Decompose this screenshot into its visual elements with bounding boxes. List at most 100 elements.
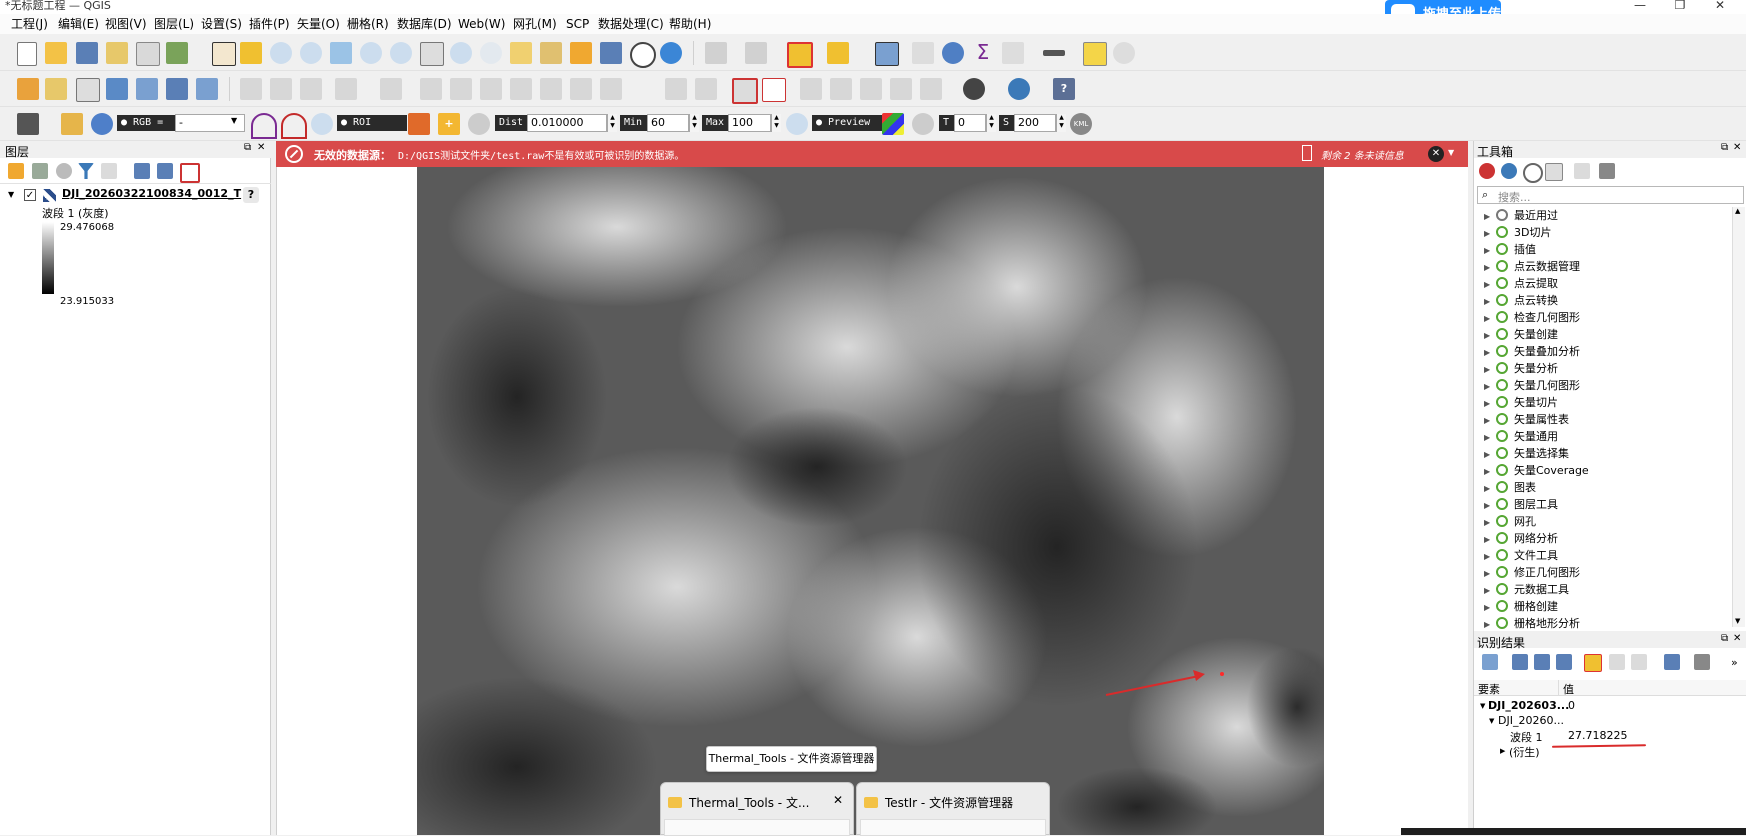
toolbox-item[interactable]: ▶ 栅格地形分析 bbox=[1484, 615, 1580, 631]
filter-legend-icon[interactable] bbox=[101, 163, 117, 179]
zoom-last-icon[interactable] bbox=[450, 42, 472, 64]
deselect-icon[interactable] bbox=[787, 42, 813, 68]
toolbox-item[interactable]: ▶ 点云转换 bbox=[1484, 292, 1558, 309]
toolbox-item[interactable]: ▶ 矢量属性表 bbox=[1484, 411, 1569, 428]
dist-spinner[interactable]: ▲ ▼ bbox=[607, 114, 617, 132]
close-button[interactable]: ✕ bbox=[1700, 0, 1740, 14]
expand-new-icon[interactable] bbox=[1556, 654, 1572, 670]
toolbox-item[interactable]: ▶ 矢量通用 bbox=[1484, 428, 1558, 445]
preview-zoom-icon[interactable] bbox=[786, 113, 808, 135]
select-by-location-icon[interactable] bbox=[827, 42, 849, 64]
kml-icon[interactable]: KML bbox=[1070, 113, 1092, 135]
new-3d-view-icon[interactable] bbox=[540, 42, 562, 64]
s-input[interactable]: 200 bbox=[1014, 114, 1056, 132]
t-input[interactable]: 0 bbox=[954, 114, 986, 132]
add-raster-icon[interactable] bbox=[166, 78, 188, 100]
add-vector-icon[interactable] bbox=[196, 78, 218, 100]
identify-derived-row[interactable]: (衍生) bbox=[1509, 744, 1540, 760]
toolbox-item[interactable]: ▶ 检查几何图形 bbox=[1484, 309, 1580, 326]
new-print-layout-icon[interactable] bbox=[106, 42, 128, 64]
menu-processing[interactable]: 数据处理(C) bbox=[598, 16, 664, 32]
data-source-manager-icon[interactable] bbox=[17, 78, 39, 100]
t-spinner[interactable]: ▲ ▼ bbox=[986, 114, 996, 132]
label-properties-icon[interactable] bbox=[920, 78, 942, 100]
scripts-icon[interactable] bbox=[1501, 163, 1517, 179]
min-spinner[interactable]: ▲ ▼ bbox=[689, 114, 699, 132]
new-geopackage-icon[interactable] bbox=[45, 78, 67, 100]
paste-features-icon[interactable] bbox=[540, 78, 562, 100]
maximize-button[interactable]: ❐ bbox=[1660, 0, 1700, 14]
add-wms-icon[interactable] bbox=[136, 78, 158, 100]
toolbox-item[interactable]: ▶ 矢量分析 bbox=[1484, 360, 1558, 377]
pan-to-selection-icon[interactable] bbox=[240, 42, 262, 64]
add-group-icon[interactable] bbox=[32, 163, 48, 179]
dismiss-message-icon[interactable]: ✕ bbox=[1428, 146, 1444, 162]
zoom-native-icon[interactable] bbox=[420, 42, 444, 66]
scp-signature-icon[interactable] bbox=[281, 113, 307, 139]
redo-icon[interactable] bbox=[600, 78, 622, 100]
remove-layer-icon[interactable] bbox=[180, 163, 200, 183]
save-edits-icon[interactable] bbox=[300, 78, 322, 100]
s-spinner[interactable]: ▲ ▼ bbox=[1056, 114, 1066, 132]
rotate-label-icon[interactable] bbox=[830, 78, 852, 100]
preview-redo-icon[interactable] bbox=[912, 113, 934, 135]
refresh-icon[interactable] bbox=[660, 42, 682, 64]
map-tips-icon[interactable] bbox=[1083, 42, 1107, 66]
toolbox-item[interactable]: ▶ 矢量Coverage bbox=[1484, 462, 1589, 479]
copy-features-icon[interactable] bbox=[510, 78, 532, 100]
move-feature-icon[interactable] bbox=[420, 78, 442, 100]
expand-arrow-icon[interactable]: ▼ bbox=[1480, 702, 1485, 710]
processing-gear-icon[interactable] bbox=[942, 42, 964, 64]
label-highlight-icon[interactable] bbox=[732, 78, 758, 104]
filter-icon[interactable] bbox=[78, 163, 94, 179]
menu-plugins[interactable]: 插件(P) bbox=[249, 16, 290, 32]
field-calculator-icon[interactable] bbox=[1002, 42, 1024, 64]
cut-features-icon[interactable] bbox=[480, 78, 502, 100]
float-panel-icon[interactable]: ⧉ bbox=[1721, 142, 1728, 153]
temporal-clock-icon[interactable] bbox=[630, 42, 656, 68]
max-input[interactable]: 100 bbox=[728, 114, 771, 132]
label-tool-icon[interactable] bbox=[665, 78, 687, 100]
menu-help[interactable]: 帮助(H) bbox=[669, 16, 711, 32]
toolbox-item[interactable]: ▶ 文件工具 bbox=[1484, 547, 1558, 564]
toolbox-item[interactable]: ▶ 图层工具 bbox=[1484, 496, 1558, 513]
identify-settings-icon[interactable] bbox=[1694, 654, 1710, 670]
label-abc-icon[interactable] bbox=[762, 78, 786, 102]
menu-web[interactable]: Web(W) bbox=[458, 16, 505, 32]
max-spinner[interactable]: ▲ ▼ bbox=[771, 114, 781, 132]
identify-mode-icon[interactable] bbox=[1664, 654, 1680, 670]
toolbox-item[interactable]: ▶ 点云数据管理 bbox=[1484, 258, 1580, 275]
new-map-view-icon[interactable] bbox=[510, 42, 532, 64]
results-viewer-icon[interactable] bbox=[1545, 163, 1563, 181]
expand-all-icon[interactable] bbox=[134, 163, 150, 179]
zoom-full-icon[interactable] bbox=[330, 42, 352, 64]
identify-layer-row[interactable]: DJI_202603... bbox=[1488, 699, 1569, 712]
scp-main-icon[interactable] bbox=[61, 113, 83, 135]
python-console-icon[interactable] bbox=[1008, 78, 1030, 100]
expand-arrow-icon[interactable]: ▶ bbox=[1500, 747, 1505, 755]
print-icon[interactable] bbox=[1631, 654, 1647, 670]
toolbox-item[interactable]: ▶ 网络分析 bbox=[1484, 530, 1558, 547]
style-panel-icon[interactable] bbox=[8, 163, 24, 179]
menu-mesh[interactable]: 网孔(M) bbox=[513, 16, 557, 32]
taskbar-preview-thermal-tools[interactable]: Thermal_Tools - 文... ✕ bbox=[660, 782, 854, 836]
show-bookmarks-icon[interactable] bbox=[600, 42, 622, 64]
attribute-table-icon[interactable] bbox=[912, 42, 934, 64]
collapse-tree-icon[interactable] bbox=[1534, 654, 1550, 670]
statistics-sigma-icon[interactable]: Σ bbox=[972, 42, 994, 64]
toolbox-item[interactable]: ▶ 矢量几何图形 bbox=[1484, 377, 1580, 394]
zoom-selection-icon[interactable] bbox=[360, 42, 382, 64]
toolbox-item[interactable]: ▶ 元数据工具 bbox=[1484, 581, 1569, 598]
help-icon[interactable]: ? bbox=[1053, 78, 1075, 100]
thermal-raster-image[interactable] bbox=[417, 167, 1324, 835]
menu-scp[interactable]: SCP bbox=[566, 16, 589, 32]
open-project-icon[interactable] bbox=[45, 42, 67, 64]
change-label-icon[interactable] bbox=[860, 78, 882, 100]
style-manager-icon[interactable] bbox=[166, 42, 188, 64]
layer-help-icon[interactable]: ? bbox=[243, 187, 259, 203]
toolbox-item[interactable]: ▶ 矢量叠加分析 bbox=[1484, 343, 1580, 360]
menu-project[interactable]: 工程(J) bbox=[11, 16, 48, 32]
pan-hand-icon[interactable] bbox=[212, 42, 236, 66]
layer-visibility-checkbox[interactable]: ✓ bbox=[24, 189, 36, 201]
menu-raster[interactable]: 栅格(R) bbox=[347, 16, 389, 32]
